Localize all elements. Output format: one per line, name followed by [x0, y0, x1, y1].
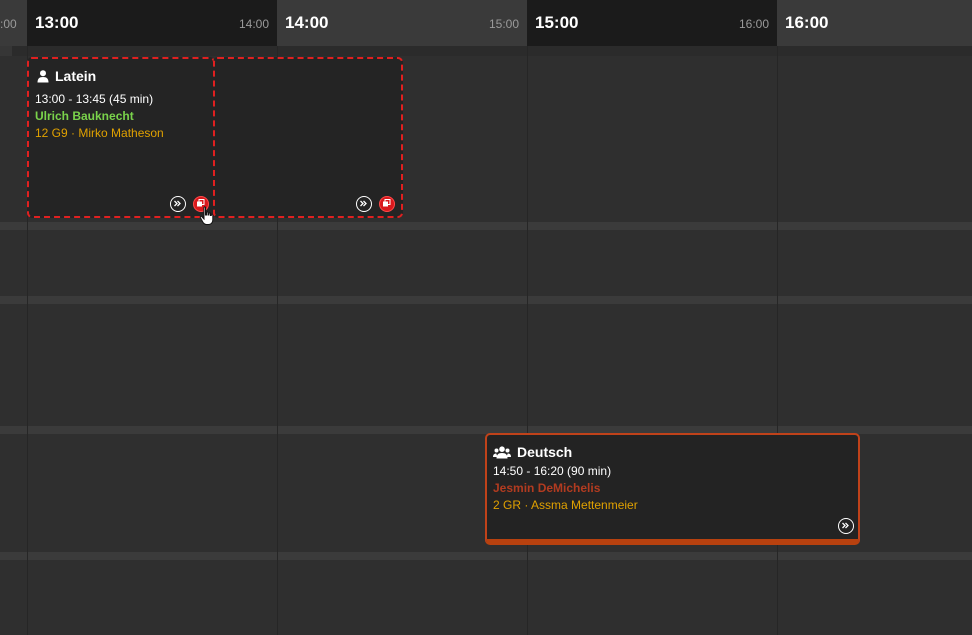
- header-prev-slot-end: :00: [0, 17, 17, 31]
- slot-start-label: 14:00: [285, 13, 329, 32]
- row-separator: [0, 222, 972, 230]
- event-title: Deutsch: [493, 444, 572, 460]
- event-teacher: Ulrich Bauknecht: [35, 109, 134, 123]
- header-slot-1500[interactable]: 15:00 16:00: [527, 0, 777, 46]
- slot-start-label: 16:00: [785, 13, 829, 32]
- event-title: Latein: [37, 68, 96, 84]
- slot-end-label: 14:00: [238, 17, 269, 31]
- slot-end-label: 16:00: [738, 17, 769, 31]
- event-subject: Deutsch: [517, 444, 573, 460]
- slot-end-label: 15:00: [488, 17, 519, 31]
- event-latein-copy-preview[interactable]: [213, 57, 403, 218]
- event-time: 13:00 - 13:45 (45 min): [35, 92, 154, 106]
- hand-cursor-icon: [199, 206, 214, 225]
- forward-icon: [842, 522, 849, 529]
- forward-button[interactable]: [356, 196, 372, 212]
- forward-icon: [360, 200, 367, 207]
- copy-button[interactable]: [379, 196, 395, 212]
- slot-start-label: 15:00: [535, 13, 579, 32]
- row-separator: [0, 552, 972, 560]
- forward-icon: [174, 200, 181, 207]
- forward-button[interactable]: [838, 518, 854, 534]
- grid-row[interactable]: [0, 230, 972, 296]
- header-slot-1600[interactable]: 16:00: [777, 0, 972, 46]
- person-icon: [37, 69, 49, 82]
- timeline-header: :00 13:00 14:00 14:00 15:00 15:00 16:00 …: [0, 0, 972, 46]
- row-separator: [0, 296, 972, 304]
- event-subject: Latein: [55, 68, 97, 84]
- event-group: 2 GR · Assma Mettenmeier: [493, 498, 638, 512]
- hour-gridline: [527, 46, 528, 635]
- header-slot-1300[interactable]: 13:00 14:00: [27, 0, 277, 46]
- event-group: 12 G9 · Mirko Matheson: [35, 126, 164, 140]
- hour-gridline: [777, 46, 778, 635]
- group-icon: [493, 445, 511, 458]
- event-teacher: Jesmin DeMichelis: [493, 481, 601, 495]
- header-prev-slot: :00: [0, 0, 27, 46]
- grid-row[interactable]: [0, 304, 972, 426]
- slot-start-label: 13:00: [35, 13, 79, 32]
- event-latein[interactable]: Latein 13:00 - 13:45 (45 min) Ulrich Bau…: [27, 57, 215, 218]
- copy-icon: [383, 199, 391, 207]
- grid-row[interactable]: [0, 560, 972, 635]
- event-time: 14:50 - 16:20 (90 min): [493, 464, 612, 478]
- header-slot-1400[interactable]: 14:00 15:00: [277, 0, 527, 46]
- forward-button[interactable]: [170, 196, 186, 212]
- event-deutsch[interactable]: Deutsch 14:50 - 16:20 (90 min) Jesmin De…: [485, 433, 860, 545]
